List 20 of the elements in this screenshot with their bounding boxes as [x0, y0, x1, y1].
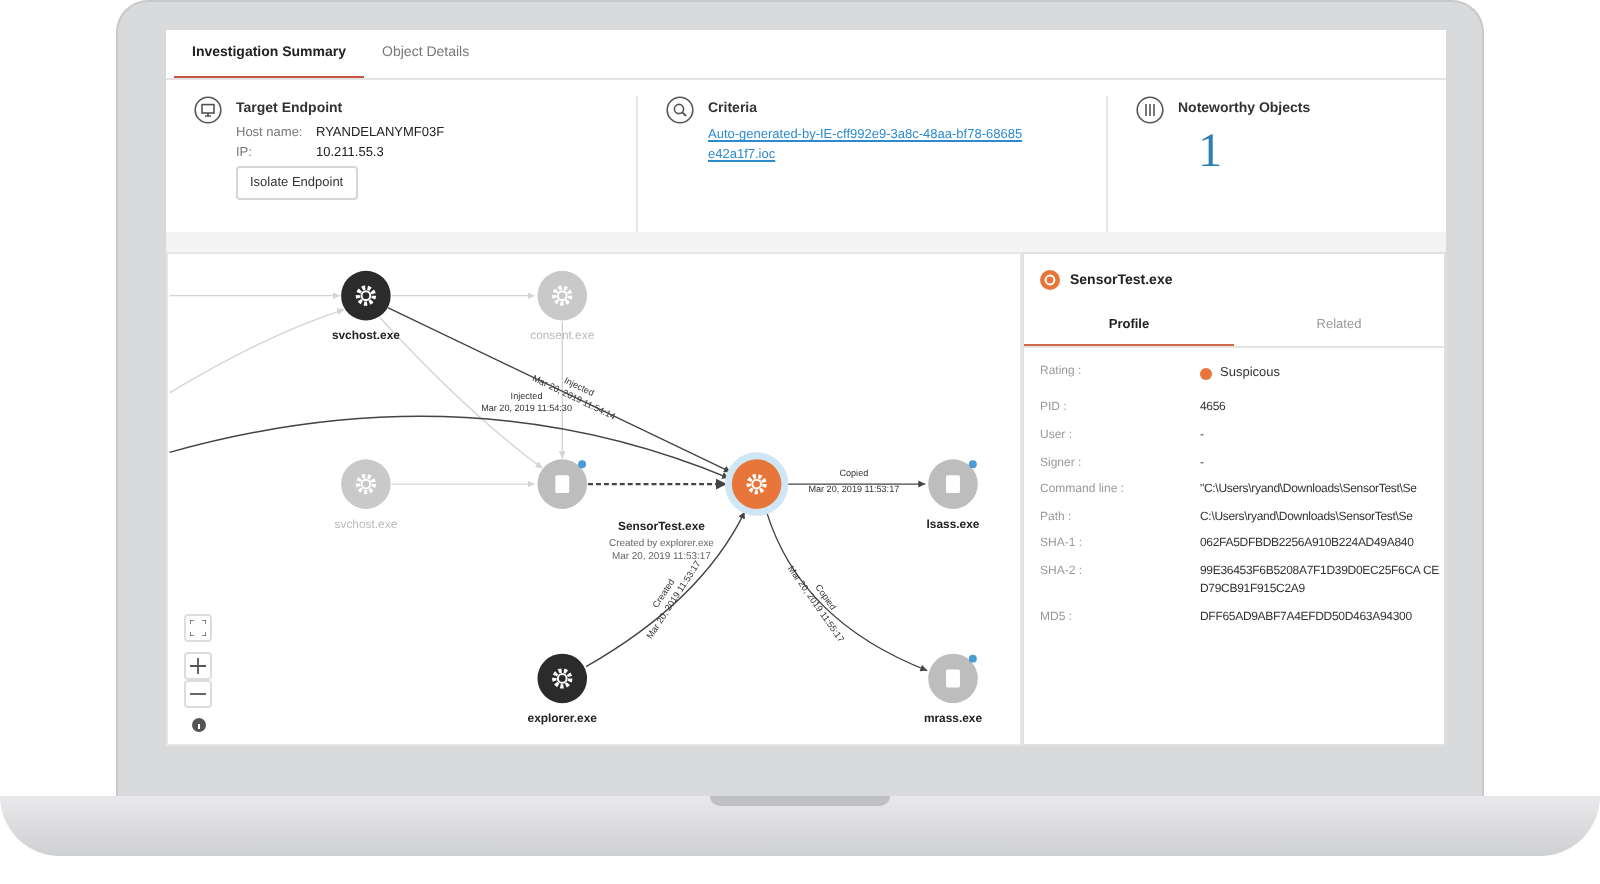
- file-node[interactable]: [537, 459, 588, 509]
- zoom-out-button[interactable]: [184, 680, 212, 708]
- sliders-icon: [1136, 96, 1164, 125]
- process-node[interactable]: [341, 459, 391, 509]
- info-icon[interactable]: [191, 718, 205, 732]
- file-node[interactable]: [928, 459, 978, 509]
- edge-arrow: [783, 480, 926, 488]
- process-node[interactable]: [537, 653, 588, 704]
- fit-view-button[interactable]: [184, 614, 212, 642]
- expand-icon: [190, 620, 206, 636]
- monitor-icon: [194, 96, 222, 125]
- search-icon: [666, 96, 694, 125]
- zoom-in-button[interactable]: [184, 652, 212, 680]
- process-node[interactable]: [341, 270, 391, 321]
- process-icon: [1040, 270, 1060, 290]
- process-node[interactable]: [537, 270, 588, 321]
- plus-icon: [190, 658, 206, 674]
- process-node[interactable]: [724, 452, 789, 516]
- file-node[interactable]: [928, 653, 978, 704]
- noteworthy-count: 1: [1198, 126, 1224, 181]
